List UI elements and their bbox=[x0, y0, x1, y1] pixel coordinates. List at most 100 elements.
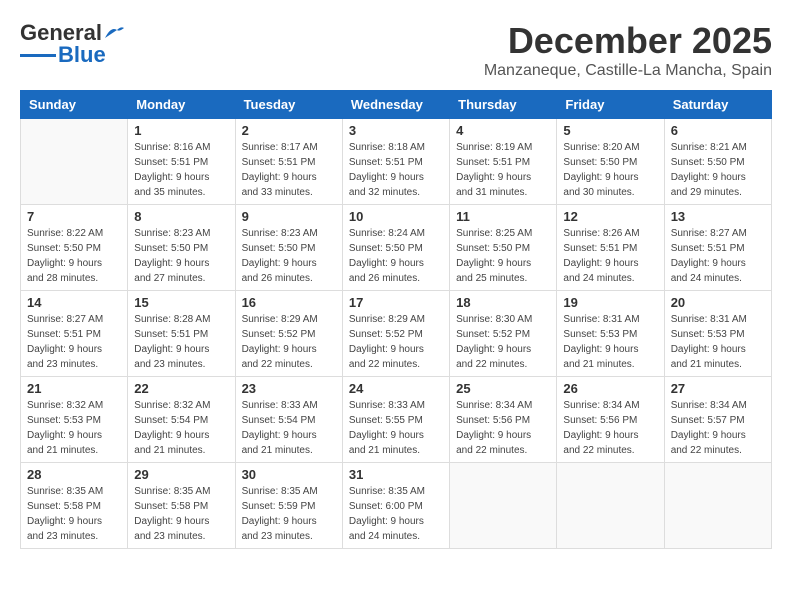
day-number: 16 bbox=[242, 295, 336, 310]
day-info: Sunrise: 8:20 AMSunset: 5:50 PMDaylight:… bbox=[563, 140, 657, 200]
location-title: Manzaneque, Castille-La Mancha, Spain bbox=[484, 62, 772, 80]
calendar-cell: 19 Sunrise: 8:31 AMSunset: 5:53 PMDayligh… bbox=[557, 291, 664, 377]
calendar-cell bbox=[21, 119, 128, 205]
logo-bird-icon bbox=[103, 24, 125, 42]
day-info: Sunrise: 8:23 AMSunset: 5:50 PMDaylight:… bbox=[242, 226, 336, 286]
calendar-cell: 25 Sunrise: 8:34 AMSunset: 5:56 PMDayligh… bbox=[450, 377, 557, 463]
day-info: Sunrise: 8:35 AMSunset: 6:00 PMDaylight:… bbox=[349, 484, 443, 544]
day-number: 1 bbox=[134, 123, 228, 138]
title-section: December 2025 Manzaneque, Castille-La Ma… bbox=[484, 20, 772, 80]
day-number: 26 bbox=[563, 381, 657, 396]
calendar-cell: 16 Sunrise: 8:29 AMSunset: 5:52 PMDayligh… bbox=[235, 291, 342, 377]
calendar-cell: 21 Sunrise: 8:32 AMSunset: 5:53 PMDayligh… bbox=[21, 377, 128, 463]
day-info: Sunrise: 8:22 AMSunset: 5:50 PMDaylight:… bbox=[27, 226, 121, 286]
calendar-cell: 2 Sunrise: 8:17 AMSunset: 5:51 PMDaylight… bbox=[235, 119, 342, 205]
calendar-cell bbox=[664, 463, 771, 549]
week-row-3: 14 Sunrise: 8:27 AMSunset: 5:51 PMDayligh… bbox=[21, 291, 772, 377]
day-info: Sunrise: 8:27 AMSunset: 5:51 PMDaylight:… bbox=[671, 226, 765, 286]
day-number: 13 bbox=[671, 209, 765, 224]
calendar-cell: 10 Sunrise: 8:24 AMSunset: 5:50 PMDayligh… bbox=[342, 205, 449, 291]
day-info: Sunrise: 8:31 AMSunset: 5:53 PMDaylight:… bbox=[671, 312, 765, 372]
day-info: Sunrise: 8:19 AMSunset: 5:51 PMDaylight:… bbox=[456, 140, 550, 200]
day-info: Sunrise: 8:25 AMSunset: 5:50 PMDaylight:… bbox=[456, 226, 550, 286]
day-number: 7 bbox=[27, 209, 121, 224]
day-number: 24 bbox=[349, 381, 443, 396]
calendar-cell: 4Sunrise: 8:19 AMSunset: 5:51 PMDaylight… bbox=[450, 119, 557, 205]
week-row-2: 7 Sunrise: 8:22 AMSunset: 5:50 PMDaylight… bbox=[21, 205, 772, 291]
calendar-cell: 14 Sunrise: 8:27 AMSunset: 5:51 PMDayligh… bbox=[21, 291, 128, 377]
calendar-cell: 20 Sunrise: 8:31 AMSunset: 5:53 PMDayligh… bbox=[664, 291, 771, 377]
day-info: Sunrise: 8:35 AMSunset: 5:58 PMDaylight:… bbox=[27, 484, 121, 544]
calendar-cell: 6 Sunrise: 8:21 AMSunset: 5:50 PMDaylight… bbox=[664, 119, 771, 205]
calendar-table: SundayMondayTuesdayWednesdayThursdayFrid… bbox=[20, 90, 772, 549]
calendar-cell: 5Sunrise: 8:20 AMSunset: 5:50 PMDaylight… bbox=[557, 119, 664, 205]
day-info: Sunrise: 8:29 AMSunset: 5:52 PMDaylight:… bbox=[349, 312, 443, 372]
day-number: 31 bbox=[349, 467, 443, 482]
calendar-cell: 9Sunrise: 8:23 AMSunset: 5:50 PMDaylight… bbox=[235, 205, 342, 291]
week-row-5: 28 Sunrise: 8:35 AMSunset: 5:58 PMDayligh… bbox=[21, 463, 772, 549]
day-number: 17 bbox=[349, 295, 443, 310]
calendar-cell: 28 Sunrise: 8:35 AMSunset: 5:58 PMDayligh… bbox=[21, 463, 128, 549]
day-info: Sunrise: 8:30 AMSunset: 5:52 PMDaylight:… bbox=[456, 312, 550, 372]
logo-blue: Blue bbox=[58, 42, 106, 68]
calendar-header-row: SundayMondayTuesdayWednesdayThursdayFrid… bbox=[21, 91, 772, 119]
calendar-header-saturday: Saturday bbox=[664, 91, 771, 119]
week-row-4: 21 Sunrise: 8:32 AMSunset: 5:53 PMDayligh… bbox=[21, 377, 772, 463]
day-info: Sunrise: 8:33 AMSunset: 5:54 PMDaylight:… bbox=[242, 398, 336, 458]
day-info: Sunrise: 8:35 AMSunset: 5:58 PMDaylight:… bbox=[134, 484, 228, 544]
day-number: 8 bbox=[134, 209, 228, 224]
day-number: 19 bbox=[563, 295, 657, 310]
calendar-header-sunday: Sunday bbox=[21, 91, 128, 119]
day-number: 20 bbox=[671, 295, 765, 310]
day-info: Sunrise: 8:26 AMSunset: 5:51 PMDaylight:… bbox=[563, 226, 657, 286]
calendar-header-friday: Friday bbox=[557, 91, 664, 119]
day-number: 3 bbox=[349, 123, 443, 138]
day-number: 22 bbox=[134, 381, 228, 396]
day-info: Sunrise: 8:24 AMSunset: 5:50 PMDaylight:… bbox=[349, 226, 443, 286]
day-number: 30 bbox=[242, 467, 336, 482]
calendar-cell: 22Sunrise: 8:32 AMSunset: 5:54 PMDayligh… bbox=[128, 377, 235, 463]
day-number: 23 bbox=[242, 381, 336, 396]
day-number: 25 bbox=[456, 381, 550, 396]
day-number: 14 bbox=[27, 295, 121, 310]
calendar-cell: 7 Sunrise: 8:22 AMSunset: 5:50 PMDaylight… bbox=[21, 205, 128, 291]
calendar-cell: 24Sunrise: 8:33 AMSunset: 5:55 PMDayligh… bbox=[342, 377, 449, 463]
calendar-cell bbox=[450, 463, 557, 549]
page-header: General Blue December 2025 Manzaneque, C… bbox=[20, 20, 772, 80]
calendar-cell: 13 Sunrise: 8:27 AMSunset: 5:51 PMDayligh… bbox=[664, 205, 771, 291]
calendar-cell: 11 Sunrise: 8:25 AMSunset: 5:50 PMDayligh… bbox=[450, 205, 557, 291]
day-info: Sunrise: 8:21 AMSunset: 5:50 PMDaylight:… bbox=[671, 140, 765, 200]
day-info: Sunrise: 8:18 AMSunset: 5:51 PMDaylight:… bbox=[349, 140, 443, 200]
day-number: 10 bbox=[349, 209, 443, 224]
day-info: Sunrise: 8:27 AMSunset: 5:51 PMDaylight:… bbox=[27, 312, 121, 372]
day-info: Sunrise: 8:16 AMSunset: 5:51 PMDaylight:… bbox=[134, 140, 228, 200]
day-info: Sunrise: 8:23 AMSunset: 5:50 PMDaylight:… bbox=[134, 226, 228, 286]
day-number: 18 bbox=[456, 295, 550, 310]
day-info: Sunrise: 8:32 AMSunset: 5:53 PMDaylight:… bbox=[27, 398, 121, 458]
day-info: Sunrise: 8:35 AMSunset: 5:59 PMDaylight:… bbox=[242, 484, 336, 544]
day-number: 21 bbox=[27, 381, 121, 396]
day-info: Sunrise: 8:34 AMSunset: 5:57 PMDaylight:… bbox=[671, 398, 765, 458]
calendar-cell: 15Sunrise: 8:28 AMSunset: 5:51 PMDayligh… bbox=[128, 291, 235, 377]
month-title: December 2025 bbox=[484, 20, 772, 62]
calendar-cell: 3 Sunrise: 8:18 AMSunset: 5:51 PMDaylight… bbox=[342, 119, 449, 205]
calendar-cell: 1 Sunrise: 8:16 AMSunset: 5:51 PMDaylight… bbox=[128, 119, 235, 205]
calendar-cell: 17 Sunrise: 8:29 AMSunset: 5:52 PMDayligh… bbox=[342, 291, 449, 377]
day-info: Sunrise: 8:29 AMSunset: 5:52 PMDaylight:… bbox=[242, 312, 336, 372]
day-number: 27 bbox=[671, 381, 765, 396]
day-info: Sunrise: 8:31 AMSunset: 5:53 PMDaylight:… bbox=[563, 312, 657, 372]
calendar-cell: 23 Sunrise: 8:33 AMSunset: 5:54 PMDayligh… bbox=[235, 377, 342, 463]
week-row-1: 1 Sunrise: 8:16 AMSunset: 5:51 PMDaylight… bbox=[21, 119, 772, 205]
day-number: 11 bbox=[456, 209, 550, 224]
calendar-cell: 12Sunrise: 8:26 AMSunset: 5:51 PMDayligh… bbox=[557, 205, 664, 291]
day-info: Sunrise: 8:17 AMSunset: 5:51 PMDaylight:… bbox=[242, 140, 336, 200]
day-number: 28 bbox=[27, 467, 121, 482]
calendar-cell: 8 Sunrise: 8:23 AMSunset: 5:50 PMDaylight… bbox=[128, 205, 235, 291]
calendar-header-thursday: Thursday bbox=[450, 91, 557, 119]
day-number: 6 bbox=[671, 123, 765, 138]
day-number: 2 bbox=[242, 123, 336, 138]
day-info: Sunrise: 8:34 AMSunset: 5:56 PMDaylight:… bbox=[456, 398, 550, 458]
calendar-cell: 27 Sunrise: 8:34 AMSunset: 5:57 PMDayligh… bbox=[664, 377, 771, 463]
calendar-header-monday: Monday bbox=[128, 91, 235, 119]
day-info: Sunrise: 8:28 AMSunset: 5:51 PMDaylight:… bbox=[134, 312, 228, 372]
